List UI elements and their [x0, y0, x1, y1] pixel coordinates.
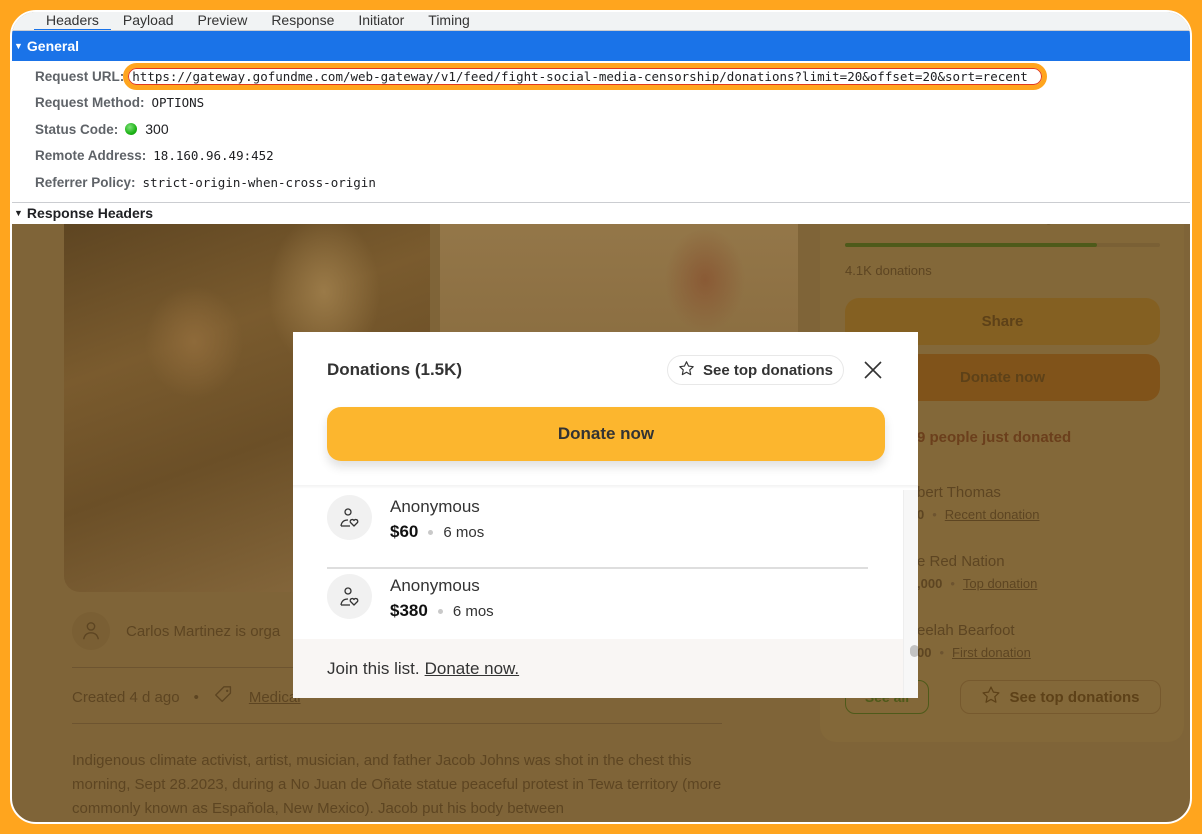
donor-name: e Red Nation	[917, 553, 1005, 570]
request-url-label: Request URL:	[35, 68, 125, 84]
request-url-value[interactable]: https://gateway.gofundme.com/web-gateway…	[123, 62, 1047, 90]
divider	[72, 723, 722, 724]
referrer-policy-label: Referrer Policy:	[35, 174, 136, 190]
request-method-value[interactable]: OPTIONS	[152, 95, 205, 110]
donor-amount: 0	[917, 507, 925, 522]
created-row: Created 4 d ago • Medical	[72, 684, 301, 710]
star-icon	[981, 685, 1001, 709]
scrollbar-thumb[interactable]	[910, 645, 918, 657]
donor-heart-icon	[327, 574, 372, 619]
remote-address-value[interactable]: 18.160.96.49:452	[153, 148, 273, 163]
separator-dot: •	[939, 645, 945, 660]
donor-tag-link[interactable]: Top donation	[963, 576, 1037, 591]
fundraiser-story: Indigenous climate activist, artist, mus…	[72, 752, 722, 817]
donation-amount: $380	[390, 601, 428, 620]
tab-headers[interactable]: Headers	[34, 13, 111, 30]
see-top-donations-button-bg[interactable]: See top donations	[960, 680, 1161, 714]
donor-amount: ,000	[917, 576, 943, 591]
tab-response[interactable]: Response	[259, 13, 346, 30]
status-indicator-icon	[125, 123, 138, 136]
progress-fill	[845, 243, 1097, 247]
see-top-donations-button[interactable]: See top donations	[666, 355, 844, 385]
general-section-header[interactable]: ▼ General	[12, 31, 1190, 61]
devtools-tabs: Headers Payload Preview Response Initiat…	[12, 12, 1190, 31]
scrollbar-track[interactable]	[903, 490, 918, 698]
tab-payload[interactable]: Payload	[111, 13, 186, 30]
created-date: Created 4 d ago	[72, 688, 180, 706]
organizer-row: Carlos Martinez is orga	[72, 612, 280, 650]
status-code-row: Status Code: 300	[12, 116, 1190, 143]
donor-name: Anonymous	[390, 576, 480, 595]
request-method-row: Request Method: OPTIONS	[12, 90, 1190, 117]
donor-tag-link[interactable]: First donation	[952, 645, 1031, 660]
devtools-network-panel: Headers Payload Preview Response Initiat…	[12, 12, 1190, 224]
request-url-row: Request URL: https://gateway.gofundme.co…	[12, 62, 1190, 90]
remote-address-label: Remote Address:	[35, 148, 147, 164]
caret-down-icon: ▼	[14, 41, 23, 51]
status-code-value[interactable]: 300	[145, 121, 168, 137]
see-top-donations-label: See top donations	[1009, 688, 1140, 706]
list-item: Anonymous $380 6 mos	[327, 569, 868, 648]
donor-heart-icon	[327, 495, 372, 540]
modal-header: Donations (1.5K) See top donations	[327, 354, 884, 386]
donation-amount: $60	[390, 522, 419, 541]
divider	[293, 485, 918, 489]
tab-preview[interactable]: Preview	[186, 13, 260, 30]
donation-count: 4.1K donations	[845, 263, 932, 278]
see-top-donations-label: See top donations	[702, 361, 833, 379]
join-list-text: Join this list.	[327, 658, 420, 678]
tab-timing[interactable]: Timing	[416, 13, 482, 30]
screenshot-frame: $206,370 USD raised of $250,000 goal 4.1…	[10, 10, 1192, 824]
response-headers-label: Response Headers	[26, 204, 153, 221]
user-icon	[72, 612, 110, 650]
donor-name: bert Thomas	[917, 484, 1001, 501]
recent-donor: bert Thomas 0 • Recent donation	[917, 484, 1039, 522]
response-headers-section-header[interactable]: ▼ Response Headers	[12, 203, 1190, 223]
referrer-policy-value[interactable]: strict-origin-when-cross-origin	[143, 175, 376, 190]
general-label: General	[26, 38, 80, 54]
star-icon	[678, 360, 695, 381]
status-code-label: Status Code:	[35, 121, 119, 137]
tab-initiator[interactable]: Initiator	[346, 13, 416, 30]
donate-now-button[interactable]: Donate now	[327, 407, 885, 461]
separator-dot	[437, 608, 443, 614]
close-button[interactable]	[862, 359, 884, 381]
list-item: Anonymous $60 6 mos	[327, 490, 868, 569]
separator-dot: •	[932, 507, 937, 522]
footer-donate-link[interactable]: Donate now.	[425, 659, 520, 679]
organizer-text: Carlos Martinez is orga	[126, 622, 281, 640]
donation-list: Anonymous $60 6 mos Anonymous $380 6 mos	[327, 490, 868, 648]
separator-dot: •	[950, 576, 955, 591]
fundraising-progress-bar	[845, 243, 1160, 247]
remote-address-row: Remote Address: 18.160.96.49:452	[12, 143, 1190, 170]
recent-donor: eelah Bearfoot 00 • First donation	[917, 622, 1031, 660]
separator-dot: •	[193, 688, 199, 706]
recent-donor: e Red Nation ,000 • Top donation	[917, 553, 1037, 591]
donation-time: 6 mos	[452, 602, 494, 620]
people-just-donated: 9 people just donated	[917, 429, 1072, 446]
donation-time: 6 mos	[443, 523, 485, 541]
close-icon	[864, 361, 882, 379]
referrer-policy-row: Referrer Policy: strict-origin-when-cros…	[12, 169, 1190, 196]
donor-name: Anonymous	[390, 497, 480, 516]
modal-footer: Join this list. Donate now.	[293, 639, 903, 698]
donor-tag-link[interactable]: Recent donation	[945, 507, 1040, 522]
request-method-label: Request Method:	[35, 95, 145, 111]
modal-title: Donations (1.5K)	[327, 360, 463, 379]
tag-icon	[213, 684, 235, 710]
donor-amount: 00	[917, 645, 932, 660]
donor-name: eelah Bearfoot	[917, 622, 1015, 639]
caret-down-icon: ▼	[14, 207, 23, 218]
donations-modal: Donations (1.5K) See top donations Donat…	[293, 332, 918, 698]
separator-dot	[428, 529, 434, 535]
